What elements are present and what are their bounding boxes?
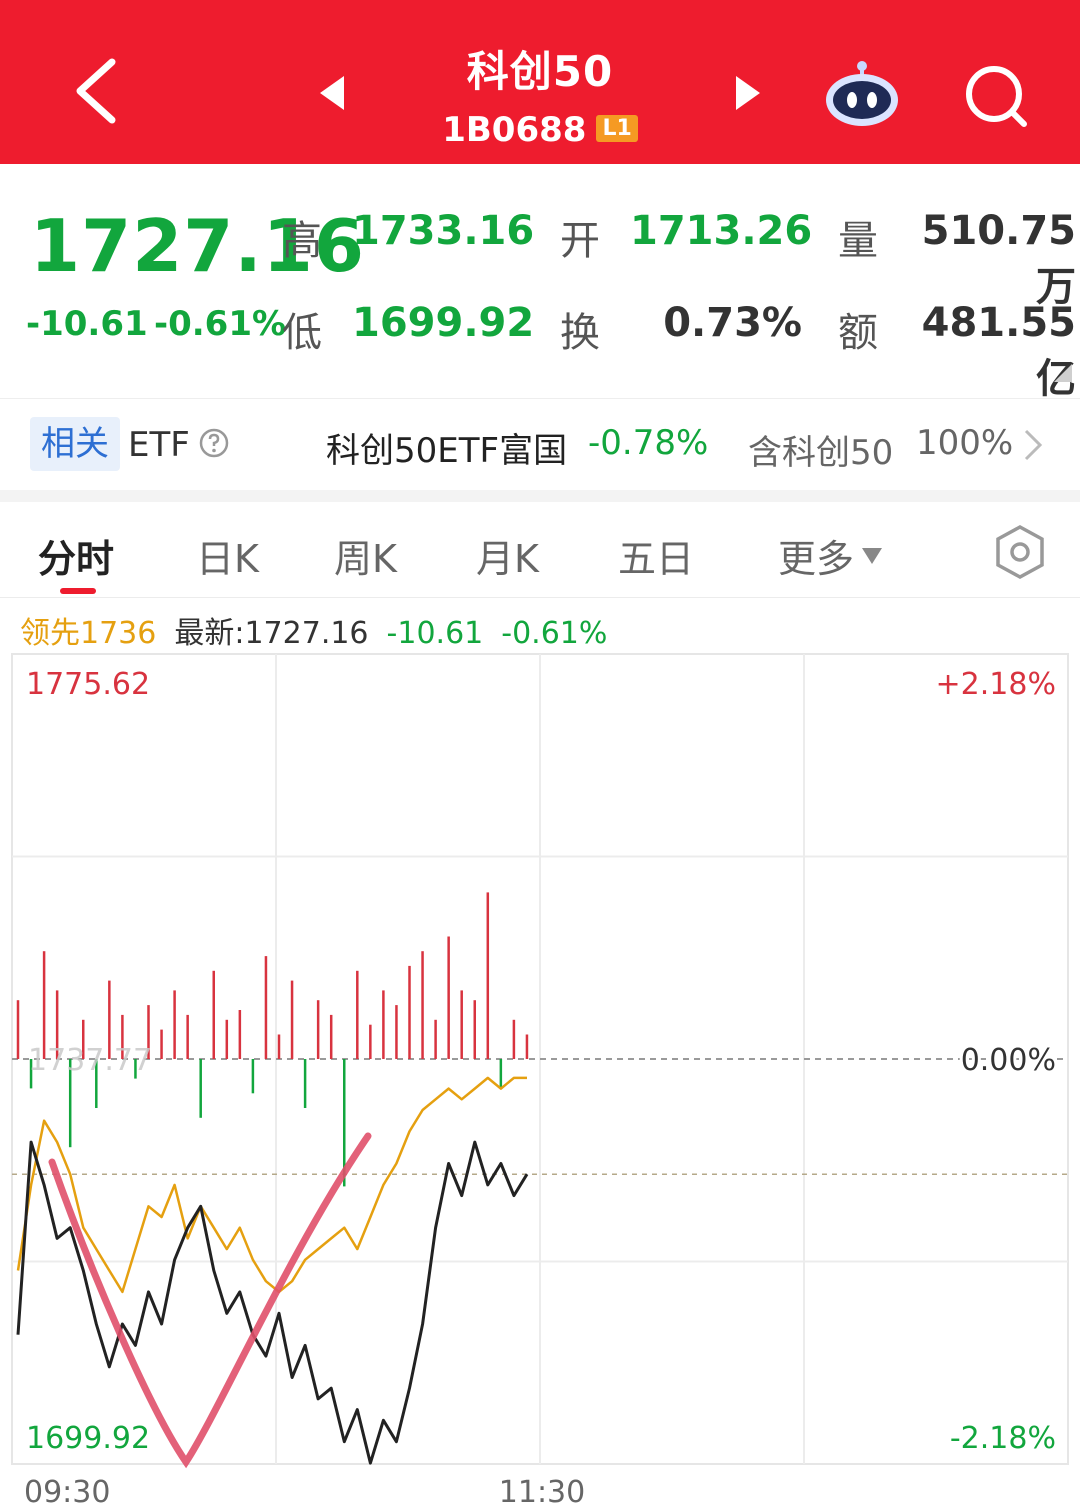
related-etf-row[interactable]: 相关 ETF 科创50ETF富国 -0.78% 含科创50 100% (0, 398, 1080, 490)
search-icon[interactable] (962, 62, 1030, 130)
zero-pct-label: 0.00% (961, 1043, 1056, 1078)
volume-bar-20 (277, 1034, 281, 1059)
volume-bar-18 (251, 1059, 255, 1094)
expand-corner-icon[interactable] (1054, 364, 1072, 382)
volume-bar-13 (186, 1014, 189, 1059)
volume-bar-36 (486, 892, 490, 1059)
lead-index-line (16, 1076, 527, 1294)
high-value: 1733.16 (352, 208, 535, 254)
tab-more-label: 更多 (778, 537, 855, 581)
volume-bar-0 (16, 1000, 20, 1059)
volume-bar-30 (408, 965, 411, 1059)
volume-bar-34 (460, 990, 463, 1059)
volume-bar-31 (421, 951, 424, 1059)
volume-bar-37 (499, 1059, 503, 1089)
back-arrow-icon[interactable] (70, 56, 130, 126)
volume-value: 510.75万 (921, 208, 1076, 310)
volume-bar-39 (525, 1034, 529, 1059)
volume-bar-19 (264, 956, 268, 1059)
turnover-label: 换 (560, 310, 600, 356)
volume-bar-28 (382, 990, 385, 1059)
header-bar: 科创50 1B0688 L1 (0, 0, 1080, 164)
intraday-chart-svg: 1775.62 +2.18% 1699.92 -2.18% 0.00% 1737.77 09… (11, 653, 1069, 1510)
volume-bar-21 (290, 980, 294, 1059)
previous-stock-icon[interactable] (318, 74, 348, 112)
y-max-pct-label: +2.18% (936, 667, 1056, 702)
price-change-pct: -0.61% (154, 304, 287, 344)
prev-close-label: 1737.77 (28, 1043, 152, 1078)
low-label: 低 (282, 310, 322, 356)
x-label-open: 09:30 (24, 1475, 110, 1510)
latest-change-pct: -0.61% (501, 616, 608, 651)
etf-contain-label: 含科创50 (748, 433, 894, 473)
lead-index: 领先1736 (20, 616, 157, 651)
volume-bar-38 (512, 1019, 516, 1059)
volume-bar-24 (329, 1014, 333, 1059)
price-change: -10.61 (26, 304, 148, 344)
turnover-value: 0.73% (663, 300, 802, 346)
volume-bar-22 (303, 1059, 307, 1108)
dropdown-triangle-icon (862, 548, 883, 564)
stock-code: 1B0688 L1 (390, 110, 690, 150)
volume-bar-32 (434, 1019, 437, 1059)
volume-bar-33 (447, 936, 450, 1059)
latest-price: 最新:1727.16 (174, 616, 369, 651)
tab-weekly-k[interactable]: 周K (334, 528, 397, 583)
open-label: 开 (560, 218, 600, 264)
etf-label: ETF (128, 425, 190, 465)
volume-label: 量 (838, 218, 878, 264)
tab-intraday[interactable]: 分时 (38, 528, 114, 583)
tab-more[interactable]: 更多 (778, 528, 883, 583)
volume-bar-12 (173, 990, 176, 1059)
open-value: 1713.26 (630, 208, 813, 254)
level-badge: L1 (596, 115, 638, 142)
y-max-label: 1775.62 (26, 667, 150, 702)
tab-monthly-k[interactable]: 月K (476, 528, 539, 583)
intraday-chart[interactable]: 1775.62 +2.18% 1699.92 -2.18% 0.00% 1737.77 09… (0, 650, 1080, 1512)
volume-bar-35 (473, 1000, 476, 1059)
tab-five-day[interactable]: 五日 (618, 528, 694, 583)
etf-change: -0.78% (588, 423, 709, 463)
section-divider (0, 490, 1080, 502)
related-tag: 相关 (30, 417, 120, 471)
amount-value: 481.55亿 (921, 300, 1076, 402)
volume-bar-29 (395, 1005, 398, 1059)
high-label: 高 (282, 218, 322, 264)
volume-bar-15 (212, 970, 215, 1059)
volume-bar-14 (199, 1059, 202, 1118)
stock-code-text: 1B0688 (442, 110, 587, 150)
volume-bar-23 (316, 1000, 320, 1059)
page-title: 科创50 (466, 47, 614, 96)
volume-bar-27 (369, 1024, 372, 1059)
next-stock-icon[interactable] (732, 74, 762, 112)
volume-bar-17 (238, 1010, 242, 1059)
volume-bar-26 (356, 970, 359, 1059)
tab-active-indicator (60, 588, 96, 594)
robot-assistant-icon[interactable] (822, 58, 902, 128)
etf-contain-pct: 100% (916, 423, 1014, 463)
settings-hexagon-icon[interactable] (994, 524, 1046, 580)
help-icon[interactable] (198, 427, 230, 459)
tab-daily-k[interactable]: 日K (196, 528, 259, 583)
etf-name[interactable]: 科创50ETF富国 (326, 423, 567, 472)
y-min-pct-label: -2.18% (950, 1421, 1056, 1456)
y-min-label: 1699.92 (26, 1421, 150, 1456)
annotation-v-stroke (48, 1132, 372, 1469)
amount-label: 额 (838, 310, 878, 356)
volume-bar-11 (160, 1029, 163, 1059)
volume-bar-16 (225, 1019, 229, 1059)
low-value: 1699.92 (352, 300, 535, 346)
latest-change: -10.61 (386, 616, 484, 651)
chevron-right-icon[interactable] (1022, 427, 1044, 463)
quote-panel: 1727.16 -10.61 -0.61% 高 1733.16 开 1713.2… (0, 164, 1080, 402)
x-label-midday: 11:30 (499, 1475, 585, 1510)
chart-tabs: 分时 日K 周K 月K 五日 更多 (0, 502, 1080, 598)
chart-info-line: 领先1736 最新:1727.16 -10.61 -0.61% (20, 608, 625, 651)
